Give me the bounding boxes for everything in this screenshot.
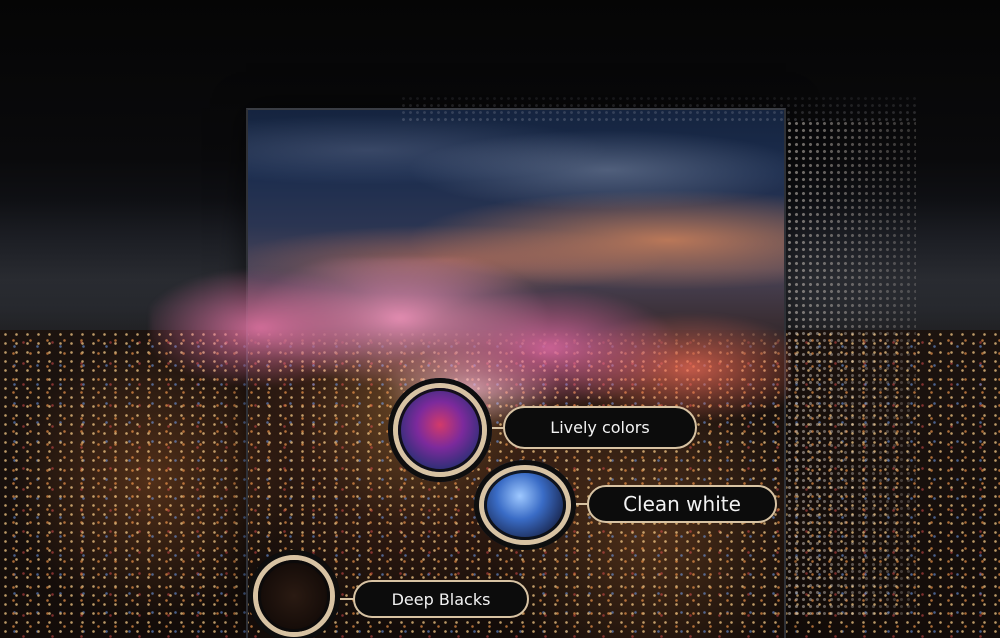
- deep-blacks-label: Deep Blacks: [353, 580, 529, 618]
- clean-white-magnifier: [474, 460, 576, 550]
- deep-blacks-connector: [340, 598, 354, 600]
- marker-ring-core: [258, 560, 330, 632]
- clean-white-text: Clean white: [623, 492, 741, 516]
- marker-ring-core: [398, 388, 482, 472]
- clean-white-label: Clean white: [587, 485, 777, 523]
- promo-scene: Lively colors Clean white Deep Blacks: [0, 0, 1000, 638]
- pixel-grid-panel: [786, 120, 916, 615]
- lively-colors-text: Lively colors: [550, 418, 650, 437]
- lively-colors-magnifier: [388, 378, 492, 482]
- deep-blacks-text: Deep Blacks: [391, 589, 491, 609]
- lively-colors-label: Lively colors: [503, 406, 697, 449]
- deep-blacks-magnifier: [248, 550, 340, 638]
- marker-ring-core: [484, 470, 566, 540]
